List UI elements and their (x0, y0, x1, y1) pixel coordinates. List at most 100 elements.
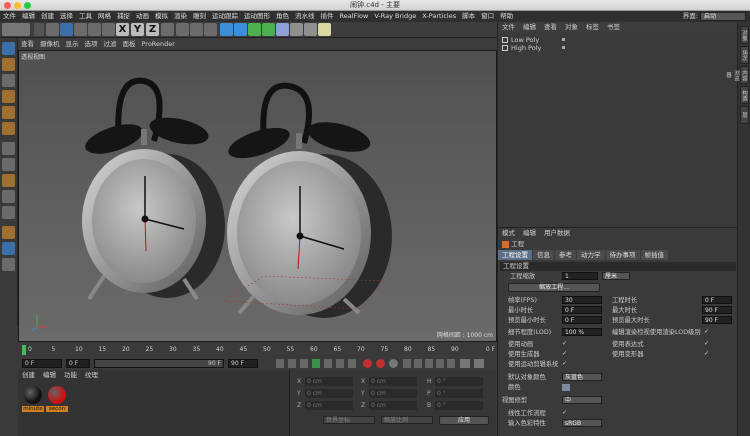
previous-frame-icon[interactable] (300, 359, 308, 368)
current-frame-field[interactable]: 0 F (66, 359, 90, 368)
attribute-tab[interactable]: 参考 (555, 250, 576, 260)
material-menu-item[interactable]: 功能 (60, 370, 81, 381)
menu-item[interactable]: 模拟 (152, 11, 171, 22)
menu-item[interactable]: 网格 (95, 11, 114, 22)
material-swatch[interactable]: minute (22, 384, 44, 418)
default-color-select[interactable]: 灰蓝色 (562, 373, 602, 381)
subdivision-icon[interactable] (248, 23, 261, 36)
menu-item[interactable]: 角色 (273, 11, 292, 22)
use-deformers-checkbox[interactable]: ✓ (704, 350, 709, 357)
use-expression-checkbox[interactable]: ✓ (704, 340, 709, 347)
menu-item[interactable]: 雕刻 (190, 11, 209, 22)
render-settings-icon[interactable] (204, 23, 217, 36)
fps-field[interactable]: 30 (562, 296, 602, 304)
use-generators-checkbox[interactable]: ✓ (562, 350, 567, 357)
coord-field[interactable]: 0 ° (435, 377, 483, 386)
render-view-icon[interactable] (176, 23, 189, 36)
preview-min-field[interactable]: 0 F (562, 316, 602, 324)
timeline-menu-icon[interactable] (474, 359, 484, 368)
viewport-menu-item[interactable]: ProRender (139, 39, 178, 50)
go-to-end-icon[interactable] (348, 359, 356, 368)
material-swatch[interactable]: secon (46, 384, 68, 418)
max-time-field[interactable]: 90 F (702, 306, 732, 314)
menu-item[interactable]: 运动跟踪 (209, 11, 241, 22)
end-frame-field[interactable]: 90 F (228, 359, 258, 368)
menu-item[interactable]: 运动图形 (241, 11, 273, 22)
layout-select[interactable]: 启动 (700, 12, 746, 21)
planar-icon[interactable] (2, 206, 15, 219)
object-menu-item[interactable]: 标签 (582, 22, 603, 32)
edges-mode-icon[interactable] (2, 106, 15, 119)
coord-field[interactable]: 0 ° (435, 401, 483, 410)
environment-icon[interactable] (290, 23, 303, 36)
coord-field[interactable]: 0 cm (305, 377, 353, 386)
enable-axis-icon[interactable] (2, 142, 15, 155)
material-menu-item[interactable]: 纹理 (81, 370, 102, 381)
pen-icon[interactable] (234, 23, 247, 36)
coordinate-system-icon[interactable] (161, 23, 174, 36)
close-window-icon[interactable] (4, 2, 11, 9)
go-to-start-icon[interactable] (276, 359, 284, 368)
play-icon[interactable] (312, 359, 320, 368)
move-icon[interactable] (60, 23, 73, 36)
menu-item[interactable]: 工具 (76, 11, 95, 22)
next-key-icon[interactable] (336, 359, 344, 368)
zoom-window-icon[interactable] (24, 2, 31, 9)
visibility-dot-icon[interactable] (562, 46, 565, 49)
object-menu-item[interactable]: 文件 (498, 22, 519, 32)
right-tab[interactable]: 层 (740, 106, 749, 124)
size-mode-select[interactable]: 缩放比例 (381, 416, 433, 424)
points-mode-icon[interactable] (2, 90, 15, 103)
make-editable-icon[interactable] (2, 42, 15, 55)
undo-redo-icon[interactable] (2, 23, 30, 36)
right-tab[interactable]: 场次 (740, 46, 749, 64)
menu-item[interactable]: 动画 (133, 11, 152, 22)
duration-field[interactable]: 0 F (702, 296, 732, 304)
record-icon[interactable] (363, 359, 372, 368)
rotate-icon[interactable] (88, 23, 101, 36)
preview-max-field[interactable]: 90 F (702, 316, 732, 324)
viewport-menu-item[interactable]: 过滤 (101, 39, 120, 50)
coord-field[interactable]: 0 cm (369, 377, 417, 386)
right-tab[interactable]: 内容浏览器 (725, 66, 749, 84)
texture-mode-icon[interactable] (2, 58, 15, 71)
lod-field[interactable]: 100 % (562, 328, 602, 336)
color-swatch[interactable] (562, 384, 570, 391)
coord-field[interactable]: 0 cm (305, 389, 353, 398)
cloner-icon[interactable] (262, 23, 275, 36)
keyframe-selection-icon[interactable] (389, 359, 398, 368)
grid-icon[interactable] (2, 242, 15, 255)
input-color-select[interactable]: sRGB (562, 419, 602, 427)
object-menu-item[interactable]: 对象 (561, 22, 582, 32)
menu-item[interactable]: 插件 (318, 11, 337, 22)
autokey-icon[interactable] (376, 359, 385, 368)
material-menu-item[interactable]: 编辑 (39, 370, 60, 381)
workplane-icon[interactable] (2, 74, 15, 87)
symmetry-icon[interactable] (2, 258, 15, 271)
use-motion-checkbox[interactable]: ✓ (562, 360, 567, 367)
menu-item[interactable]: 文件 (0, 11, 19, 22)
menu-item[interactable]: 帮助 (497, 11, 516, 22)
object-menu-item[interactable]: 书签 (603, 22, 624, 32)
object-list-item[interactable]: High Poly (502, 44, 732, 52)
timeline-ruler[interactable]: 0 5 10 15 20 25 30 35 40 45 50 55 60 65 70 75 80 85 90 0 F (18, 342, 497, 358)
select-arrow-icon[interactable] (46, 23, 59, 36)
workplane-lock-icon[interactable] (2, 190, 15, 203)
viewport-menu-item[interactable]: 摄像机 (37, 39, 63, 50)
min-time-field[interactable]: 0 F (562, 306, 602, 314)
menu-item[interactable]: 窗口 (478, 11, 497, 22)
menu-item[interactable]: 捕捉 (114, 11, 133, 22)
menu-item[interactable]: 流水线 (292, 11, 318, 22)
attribute-tab[interactable]: 工程设置 (498, 250, 532, 260)
playhead-marker[interactable] (22, 345, 26, 355)
coord-field[interactable]: 0 cm (369, 401, 417, 410)
attribute-menu-item[interactable]: 用户数据 (540, 228, 574, 238)
scale-unit-select[interactable]: 厘米 (602, 272, 630, 280)
viewport-menu-item[interactable]: 查看 (18, 39, 37, 50)
coord-field[interactable]: 0 cm (369, 389, 417, 398)
menu-item[interactable]: 编辑 (19, 11, 38, 22)
minimize-window-icon[interactable] (14, 2, 21, 9)
polygons-mode-icon[interactable] (2, 122, 15, 135)
scale-field[interactable]: 1 (562, 272, 598, 280)
object-menu-item[interactable]: 查看 (540, 22, 561, 32)
